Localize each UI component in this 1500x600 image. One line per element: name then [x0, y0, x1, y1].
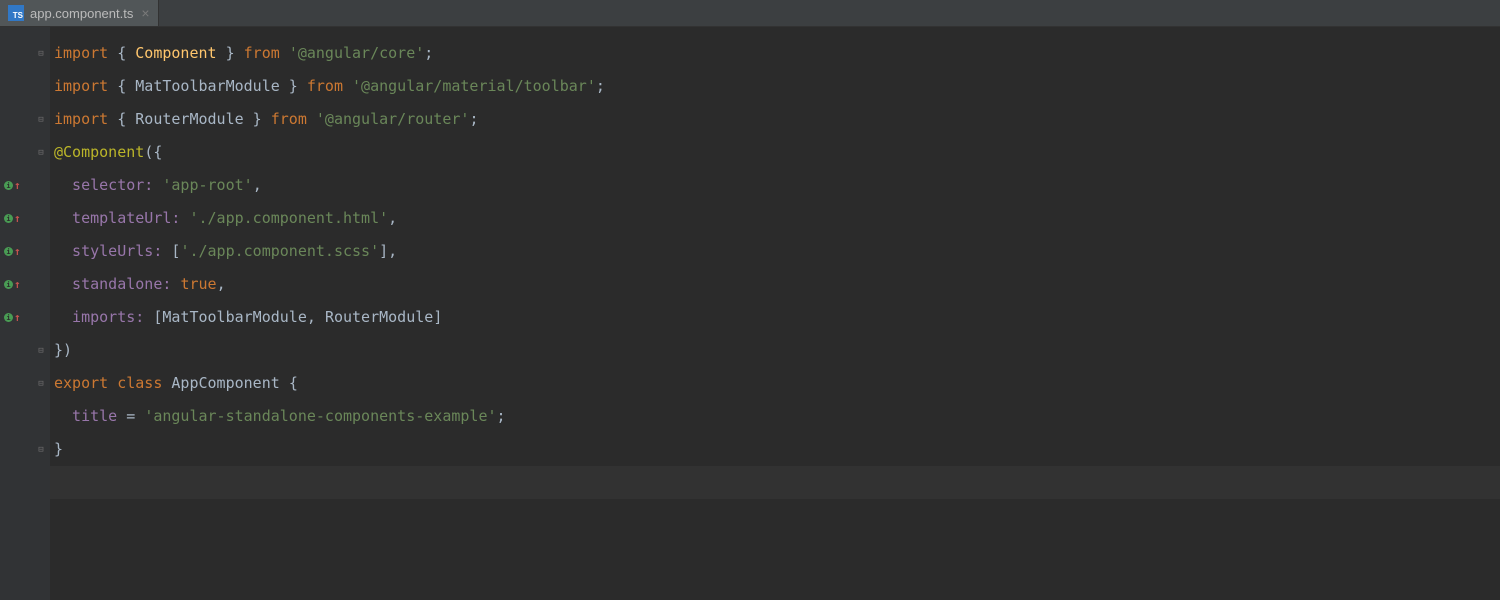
fold-toggle-icon[interactable]: ⊟	[36, 445, 46, 455]
fold-toggle-icon[interactable]: ⊟	[36, 49, 46, 59]
token-prop: imports:	[54, 308, 153, 326]
token-punct: ;	[497, 407, 506, 425]
token-kw: import	[54, 77, 117, 95]
vcs-change-marker[interactable]: i↑	[4, 245, 21, 258]
token-punct: ]	[433, 308, 442, 326]
gutter-row[interactable]: ⊟	[0, 136, 50, 169]
code-line[interactable]: styleUrls: ['./app.component.scss'],	[50, 235, 1500, 268]
token-punct: {	[117, 110, 135, 128]
code-line[interactable]: @Component({	[50, 136, 1500, 169]
token-prop: templateUrl:	[54, 209, 189, 227]
token-prop: standalone:	[54, 275, 180, 293]
token-str: '@angular/router'	[316, 110, 470, 128]
token-punct: =	[126, 407, 144, 425]
token-kw: from	[307, 77, 352, 95]
vcs-change-marker[interactable]: i↑	[4, 278, 21, 291]
token-punct: ;	[469, 110, 478, 128]
code-line[interactable]: })	[50, 334, 1500, 367]
token-punct: ],	[379, 242, 397, 260]
token-str: './app.component.scss'	[180, 242, 379, 260]
gutter-row[interactable]	[0, 70, 50, 103]
token-punct: ,	[217, 275, 226, 293]
token-punct: ({	[144, 143, 162, 161]
code-line[interactable]: title = 'angular-standalone-components-e…	[50, 400, 1500, 433]
close-icon[interactable]: ×	[141, 5, 149, 21]
token-punct: {	[117, 44, 135, 62]
vcs-change-marker[interactable]: i↑	[4, 212, 21, 225]
code-line[interactable]: import { Component } from '@angular/core…	[50, 37, 1500, 70]
token-str: './app.component.html'	[189, 209, 388, 227]
gutter-row[interactable]: i↑	[0, 169, 50, 202]
token-ident: MatToolbarModule	[135, 77, 280, 95]
token-prop: selector:	[54, 176, 162, 194]
fold-toggle-icon[interactable]: ⊟	[36, 379, 46, 389]
gutter[interactable]: ⊟ ⊟ ⊟ i↑ i↑ i↑ i↑ i↑ ⊟ ⊟ ⊟	[0, 27, 50, 600]
token-prop: styleUrls:	[54, 242, 171, 260]
token-punct: {	[117, 77, 135, 95]
code-line[interactable]: import { RouterModule } from '@angular/r…	[50, 103, 1500, 136]
gutter-row[interactable]: ⊟	[0, 37, 50, 70]
token-punct: ;	[424, 44, 433, 62]
token-kw: from	[244, 44, 289, 62]
gutter-row[interactable]	[0, 400, 50, 433]
code-line[interactable]: imports: [MatToolbarModule, RouterModule…	[50, 301, 1500, 334]
gutter-row[interactable]: ⊟	[0, 103, 50, 136]
code-editor[interactable]: ⊟ ⊟ ⊟ i↑ i↑ i↑ i↑ i↑ ⊟ ⊟ ⊟ import { Component } fr…	[0, 27, 1500, 600]
token-str: '@angular/core'	[289, 44, 424, 62]
code-line[interactable]: standalone: true,	[50, 268, 1500, 301]
token-ident: RouterModule	[135, 110, 243, 128]
token-decorator: @Component	[54, 143, 144, 161]
token-ident: MatToolbarModule	[162, 308, 307, 326]
fold-toggle-icon[interactable]: ⊟	[36, 346, 46, 356]
token-punct: ;	[596, 77, 605, 95]
token-ident: RouterModule	[325, 308, 433, 326]
gutter-row[interactable]: ⊟	[0, 367, 50, 400]
code-line[interactable]	[50, 466, 1500, 499]
token-punct: {	[289, 374, 298, 392]
token-punct: ,	[253, 176, 262, 194]
vcs-change-marker[interactable]: i↑	[4, 311, 21, 324]
vcs-change-marker[interactable]: i↑	[4, 179, 21, 192]
fold-toggle-icon[interactable]: ⊟	[36, 148, 46, 158]
editor-tabs: TS app.component.ts ×	[0, 0, 1500, 27]
token-kw: true	[180, 275, 216, 293]
token-kw: import	[54, 110, 117, 128]
token-str: '@angular/material/toolbar'	[352, 77, 596, 95]
token-kw: export class	[54, 374, 171, 392]
gutter-row[interactable]: i↑	[0, 301, 50, 334]
gutter-row[interactable]: i↑	[0, 202, 50, 235]
token-str: 'app-root'	[162, 176, 252, 194]
token-punct: }	[280, 77, 307, 95]
token-punct: }	[54, 440, 63, 458]
code-line[interactable]: }	[50, 433, 1500, 466]
token-kw: from	[271, 110, 316, 128]
code-line[interactable]: import { MatToolbarModule } from '@angul…	[50, 70, 1500, 103]
token-str: 'angular-standalone-components-example'	[144, 407, 496, 425]
token-punct: ,	[388, 209, 397, 227]
code-line[interactable]: templateUrl: './app.component.html',	[50, 202, 1500, 235]
tab-filename: app.component.ts	[30, 6, 133, 21]
gutter-row[interactable]: ⊟	[0, 334, 50, 367]
file-tab[interactable]: TS app.component.ts ×	[0, 0, 159, 26]
token-punct: ,	[307, 308, 325, 326]
token-kw: import	[54, 44, 117, 62]
code-line[interactable]: export class AppComponent {	[50, 367, 1500, 400]
token-punct: }	[244, 110, 271, 128]
fold-toggle-icon[interactable]: ⊟	[36, 115, 46, 125]
code-area[interactable]: import { Component } from '@angular/core…	[50, 27, 1500, 600]
gutter-row[interactable]	[0, 466, 50, 499]
gutter-row[interactable]: i↑	[0, 235, 50, 268]
gutter-row[interactable]: ⊟	[0, 433, 50, 466]
token-prop: title	[54, 407, 126, 425]
token-punct: })	[54, 341, 72, 359]
token-classname: AppComponent	[171, 374, 288, 392]
token-punct: }	[217, 44, 244, 62]
gutter-row[interactable]: i↑	[0, 268, 50, 301]
token-importname: Component	[135, 44, 216, 62]
code-line[interactable]: selector: 'app-root',	[50, 169, 1500, 202]
typescript-file-icon: TS	[8, 5, 24, 21]
